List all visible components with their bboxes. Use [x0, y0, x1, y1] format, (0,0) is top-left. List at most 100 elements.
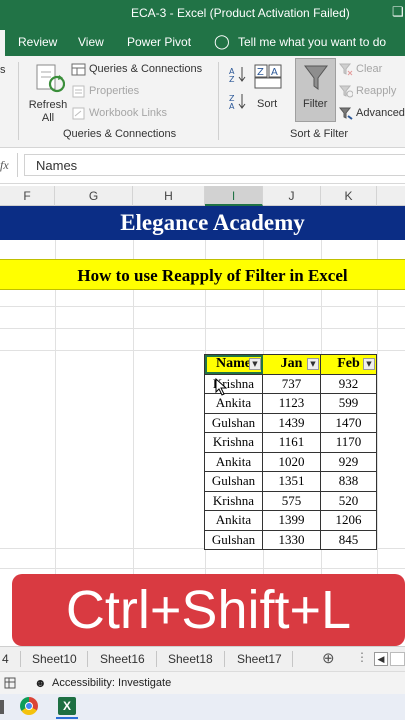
clear-filter-icon	[339, 63, 353, 76]
filter-dropdown-icon[interactable]: ▼	[363, 358, 375, 370]
svg-text:A: A	[229, 102, 235, 110]
sheet-tab[interactable]: Sheet18	[168, 652, 213, 666]
name-cell[interactable]: Ankita	[204, 393, 263, 414]
feb-cell[interactable]: 838	[320, 471, 377, 492]
cut-label: s	[0, 64, 6, 76]
jan-cell[interactable]: 1351	[262, 471, 321, 492]
jan-cell[interactable]: 1330	[262, 529, 321, 550]
name-cell[interactable]: Krishna	[204, 432, 263, 453]
refresh-all-label: Refresh All	[28, 99, 68, 124]
advanced-label: Advanced	[356, 107, 405, 119]
sort-az-button[interactable]: A Z	[229, 65, 247, 84]
properties-icon	[72, 85, 85, 98]
more-icon[interactable]: ⋮	[356, 650, 368, 664]
header-cell-feb[interactable]: Feb ▼	[320, 354, 377, 375]
tab-review[interactable]: Review	[18, 35, 57, 49]
jan-cell[interactable]: 575	[262, 490, 321, 511]
tab-view[interactable]: View	[78, 35, 104, 49]
name-cell[interactable]: Gulshan	[204, 412, 263, 433]
header-cell-name[interactable]: Name ▼	[204, 354, 263, 375]
column-header-f[interactable]: F	[0, 186, 55, 206]
window-title: ECA-3 - Excel (Product Activation Failed…	[131, 6, 350, 20]
sheet-status-icon	[4, 677, 16, 689]
feb-cell[interactable]: 932	[320, 373, 377, 394]
feb-cell[interactable]: 520	[320, 490, 377, 511]
jan-cell[interactable]: 1020	[262, 451, 321, 472]
properties-label: Properties	[89, 85, 140, 97]
data-table: Name ▼ Jan ▼ Feb ▼ Krishna 737 932 Ankita 1123…	[204, 354, 377, 550]
name-cell[interactable]: Krishna	[204, 490, 263, 511]
jan-cell[interactable]: 1399	[262, 510, 321, 531]
feb-cell[interactable]: 1470	[320, 412, 377, 433]
column-header-h[interactable]: H	[133, 186, 205, 206]
name-cell[interactable]: Krishna	[204, 373, 263, 394]
feb-cell[interactable]: 599	[320, 393, 377, 414]
sheet-tab[interactable]: 4	[2, 652, 9, 666]
feb-cell[interactable]: 1170	[320, 432, 377, 453]
shortcut-banner: Ctrl+Shift+L	[12, 574, 405, 646]
header-cell-jan[interactable]: Jan ▼	[262, 354, 321, 375]
chrome-icon[interactable]	[20, 697, 38, 715]
advanced-filter-icon	[339, 107, 353, 120]
name-cell[interactable]: Ankita	[204, 451, 263, 472]
horizontal-scrollbar[interactable]	[390, 652, 405, 666]
clear-label: Clear	[356, 63, 383, 75]
accessibility-icon: ☻	[34, 676, 47, 690]
active-tab-edge[interactable]	[0, 30, 5, 56]
group-separator	[218, 62, 219, 140]
feb-cell[interactable]: 845	[320, 529, 377, 550]
sort-dialog-icon: Z A	[254, 64, 282, 89]
sheet-tab[interactable]: Sheet10	[32, 652, 77, 666]
formula-input[interactable]: Names	[24, 154, 405, 176]
scroll-left-icon[interactable]: ◀	[374, 652, 388, 666]
svg-text:Z: Z	[229, 75, 235, 83]
formula-value: Names	[36, 158, 78, 173]
name-cell[interactable]: Ankita	[204, 510, 263, 531]
sort-label: Sort	[257, 98, 278, 110]
name-cell[interactable]: Gulshan	[204, 529, 263, 550]
ribbon-tabs: Review View Power Pivot ◯ Tell me what y…	[0, 26, 405, 56]
status-bar: ☻ Accessibility: Investigate	[0, 671, 405, 694]
workbook-links-label: Workbook Links	[89, 107, 168, 119]
sheet-tab[interactable]: Sheet17	[237, 652, 282, 666]
accessibility-status[interactable]: Accessibility: Investigate	[52, 677, 171, 689]
start-edge[interactable]	[0, 700, 4, 714]
sheet-tab[interactable]: Sheet16	[100, 652, 145, 666]
group-sort-label: Sort & Filter	[290, 128, 349, 140]
header-jan-text: Jan	[280, 356, 303, 372]
column-header-j[interactable]: J	[263, 186, 321, 206]
column-header-g[interactable]: G	[55, 186, 133, 206]
column-header-i[interactable]: I	[205, 186, 263, 206]
sort-za-icon: Z A	[229, 94, 246, 111]
refresh-all-button[interactable]: Refresh All	[28, 60, 70, 124]
table-row: Gulshan 1330 845	[204, 529, 377, 550]
filter-dropdown-icon[interactable]: ▼	[307, 358, 319, 370]
filter-dropdown-icon[interactable]: ▼	[249, 358, 261, 370]
excel-taskbar-icon[interactable]: X	[58, 697, 76, 715]
howto-heading: How to use Reapply of Filter in Excel	[0, 259, 405, 290]
lightbulb-icon: ◯	[214, 33, 230, 49]
jan-cell[interactable]: 1123	[262, 393, 321, 414]
sort-button[interactable]: Z A Sort	[252, 60, 284, 120]
column-headers: F G H I J K	[0, 186, 405, 206]
jan-cell[interactable]: 1161	[262, 432, 321, 453]
jan-cell[interactable]: 1439	[262, 412, 321, 433]
fx-icon[interactable]: fx	[0, 158, 9, 173]
jan-cell[interactable]: 737	[262, 373, 321, 394]
feb-cell[interactable]: 1206	[320, 510, 377, 531]
filter-button[interactable]: Filter	[295, 58, 336, 122]
sort-za-button[interactable]: Z A	[229, 92, 247, 111]
feb-cell[interactable]: 929	[320, 451, 377, 472]
svg-text:Z: Z	[257, 67, 264, 78]
tab-power-pivot[interactable]: Power Pivot	[127, 35, 191, 49]
tell-me-box[interactable]: Tell me what you want to do	[238, 35, 386, 49]
column-header-k[interactable]: K	[321, 186, 377, 206]
add-sheet-icon[interactable]: ⊕	[322, 649, 335, 667]
name-cell[interactable]: Gulshan	[204, 471, 263, 492]
formula-separator	[17, 153, 18, 177]
table-row: Krishna 575 520	[204, 490, 377, 511]
reapply-icon	[339, 85, 353, 98]
mouse-cursor-icon	[215, 378, 228, 396]
queries-connections-label: Queries & Connections	[89, 63, 203, 75]
restore-icon[interactable]: ❏	[392, 4, 404, 20]
